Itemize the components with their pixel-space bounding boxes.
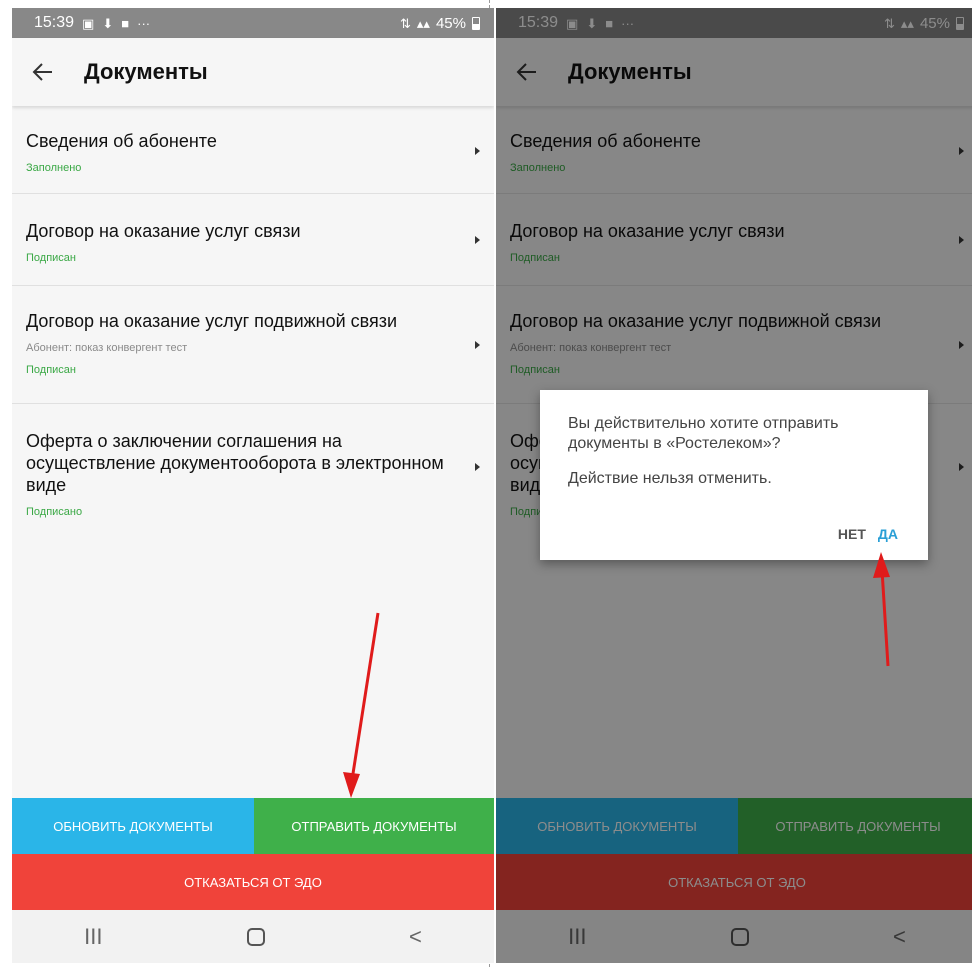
status-time: 15:39	[34, 14, 75, 31]
action-buttons-row: Обновить документы Отправить документы	[12, 798, 494, 854]
page-title: Документы	[84, 59, 208, 84]
home-button[interactable]	[246, 927, 265, 946]
back-button[interactable]: <	[409, 924, 422, 950]
document-status: Подписано	[26, 506, 83, 518]
refuse-edo-button[interactable]: Отказаться от ЭДО	[12, 854, 494, 910]
dialog-actions: НЕТ ДА	[838, 526, 898, 542]
signal-icon: ▴▴	[416, 15, 430, 31]
list-item[interactable]: Сведения об абоненте Заполнено	[12, 108, 494, 194]
recent-apps-button[interactable]: III	[84, 924, 102, 950]
chevron-right-icon	[475, 146, 480, 155]
battery-level: 45%	[435, 14, 466, 32]
list-item[interactable]: Договор на оказание услуг связи Подписан	[12, 194, 494, 286]
chevron-right-icon	[475, 235, 480, 244]
lte-icon: ⇅	[400, 15, 411, 31]
chevron-right-icon	[475, 463, 480, 471]
chevron-right-icon	[475, 340, 480, 349]
message-icon: ■	[121, 15, 130, 31]
document-status: Подписан	[26, 252, 76, 264]
right-phone-screen: 15:39 ▣ ⬇ ■ ··· ⇅ ▴▴ 45% Документы Сведе…	[496, 8, 972, 963]
send-documents-button[interactable]: Отправить документы	[254, 798, 494, 854]
document-title: Договор на оказание услуг подвижной связ…	[26, 311, 398, 331]
document-status: Заполнено	[26, 162, 82, 174]
battery-icon	[472, 16, 480, 30]
more-notifications-icon: ···	[137, 15, 151, 31]
gallery-icon: ▣	[82, 15, 95, 31]
dialog-no-button[interactable]: НЕТ	[838, 526, 866, 542]
app-bar: Документы	[12, 38, 494, 106]
document-subtitle: Абонент: показ конвергент тест	[26, 342, 188, 354]
document-title: Оферта о заключении соглашения на осущес…	[26, 431, 444, 495]
back-arrow-icon[interactable]	[30, 59, 56, 85]
status-bar: 15:39 ▣ ⬇ ■ ··· ⇅ ▴▴ 45%	[12, 8, 494, 38]
download-icon: ⬇	[102, 15, 114, 31]
list-item[interactable]: Договор на оказание услуг подвижной связ…	[12, 286, 494, 404]
dialog-message: Вы действительно хотите отправить докуме…	[568, 415, 839, 452]
document-title: Договор на оказание услуг связи	[26, 221, 301, 241]
system-nav-bar: III <	[12, 910, 494, 963]
document-title: Сведения об абоненте	[26, 131, 217, 151]
list-item[interactable]: Оферта о заключении соглашения на осущес…	[12, 404, 494, 530]
confirm-dialog: Вы действительно хотите отправить докуме…	[540, 390, 928, 560]
dialog-yes-button[interactable]: ДА	[878, 526, 898, 542]
document-status: Подписан	[26, 364, 76, 376]
dialog-warning: Действие нельзя отменить.	[568, 470, 772, 487]
documents-list: Сведения об абоненте Заполнено Договор н…	[12, 108, 494, 530]
left-phone-screen: 15:39 ▣ ⬇ ■ ··· ⇅ ▴▴ 45% Документы Сведе…	[12, 8, 494, 963]
refresh-documents-button[interactable]: Обновить документы	[12, 798, 254, 854]
